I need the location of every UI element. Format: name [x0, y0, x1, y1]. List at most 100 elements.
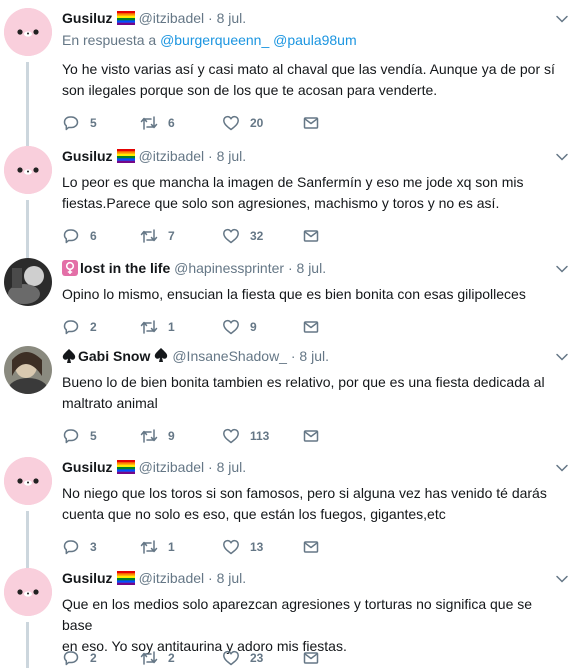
tweet-actions: 2 2 23	[62, 648, 362, 668]
name-prefix-icon	[62, 260, 78, 281]
rainbow-flag-icon	[116, 571, 135, 586]
envelope-icon	[302, 649, 320, 667]
direct-message-button[interactable]	[302, 113, 320, 133]
reply-button[interactable]: 2	[62, 317, 97, 337]
tweet-text: No niego que los toros si son famosos, p…	[62, 483, 562, 525]
tweet-date[interactable]: 8 jul.	[217, 148, 247, 164]
chevron-down-icon[interactable]	[555, 150, 569, 164]
tweet-header: Gusiluz @itzibadel · 8 jul.	[62, 568, 246, 588]
tweet-text: Bueno lo de bien bonita tambien es relat…	[62, 372, 562, 414]
tweet-actions: 2 1 9	[62, 317, 362, 337]
tweet-date[interactable]: 8 jul.	[217, 459, 247, 475]
chevron-down-icon[interactable]	[555, 461, 569, 475]
retweet-button[interactable]: 6	[140, 113, 175, 133]
tweet-header: Gusiluz @itzibadel · 8 jul.	[62, 8, 246, 28]
direct-message-button[interactable]	[302, 226, 320, 246]
rainbow-flag-icon	[116, 460, 135, 475]
retweet-button[interactable]: 1	[140, 537, 175, 557]
retweet-button[interactable]: 7	[140, 226, 175, 246]
reply-icon	[62, 114, 80, 132]
reply-button[interactable]: 2	[62, 648, 97, 668]
tweet[interactable]: Gabi Snow @InsaneShadow_ · 8 jul. Bueno lo…	[0, 346, 581, 456]
author-name[interactable]: Gusiluz	[62, 570, 113, 586]
tweet-text: Opino lo mismo, ensucian la fiesta que e…	[62, 284, 562, 305]
envelope-icon	[302, 538, 320, 556]
direct-message-button[interactable]	[302, 426, 320, 446]
author-handle[interactable]: @InsaneShadow_	[172, 348, 287, 364]
heart-icon	[222, 649, 240, 667]
tweet[interactable]: Gusiluz @itzibadel · 8 jul. Lo peor es que…	[0, 146, 581, 256]
avatar[interactable]	[4, 146, 52, 194]
tweet-date[interactable]: 8 jul.	[299, 348, 329, 364]
chevron-down-icon[interactable]	[555, 12, 569, 26]
retweet-button[interactable]: 1	[140, 317, 175, 337]
like-button[interactable]: 113	[222, 426, 269, 446]
reply-button[interactable]: 5	[62, 426, 97, 446]
reply-count: 3	[90, 540, 97, 554]
tweet-date[interactable]: 8 jul.	[217, 570, 247, 586]
like-button[interactable]: 13	[222, 537, 263, 557]
author-name[interactable]: Gusiluz	[62, 148, 113, 164]
tweet-text-line: fiestas.Parece que solo son agresiones, …	[62, 195, 500, 211]
author-handle[interactable]: @itzibadel	[139, 148, 205, 164]
avatar[interactable]	[4, 8, 52, 56]
chevron-down-icon[interactable]	[555, 350, 569, 364]
retweet-count: 1	[168, 320, 175, 334]
chevron-down-icon[interactable]	[555, 572, 569, 586]
mention-link[interactable]: @paula98um	[273, 32, 357, 48]
envelope-icon	[302, 114, 320, 132]
name-suffix-icon	[154, 347, 168, 368]
mention-link[interactable]: @burgerqueenn_	[160, 32, 269, 48]
tweet[interactable]: Gusiluz @itzibadel · 8 jul. No niego que l…	[0, 457, 581, 567]
author-name[interactable]: Gusiluz	[62, 10, 113, 26]
author-handle[interactable]: @itzibadel	[139, 10, 205, 26]
tweet-date[interactable]: 8 jul.	[297, 260, 327, 276]
separator-dot: ·	[208, 10, 213, 26]
retweet-icon	[140, 649, 158, 667]
like-button[interactable]: 20	[222, 113, 263, 133]
author-handle[interactable]: @hapinessprinter	[174, 260, 284, 276]
author-name[interactable]: lost in the life	[80, 260, 170, 276]
female-sign-icon	[62, 260, 78, 276]
author-handle[interactable]: @itzibadel	[139, 570, 205, 586]
retweet-button[interactable]: 9	[140, 426, 175, 446]
heart-icon	[222, 538, 240, 556]
direct-message-button[interactable]	[302, 648, 320, 668]
direct-message-button[interactable]	[302, 537, 320, 557]
retweet-button[interactable]: 2	[140, 648, 175, 668]
tweet-header: Gabi Snow @InsaneShadow_ · 8 jul.	[62, 346, 329, 366]
tweet[interactable]: Gusiluz @itzibadel · 8 jul. Que en los med…	[0, 568, 581, 668]
like-button[interactable]: 23	[222, 648, 263, 668]
direct-message-button[interactable]	[302, 317, 320, 337]
author-name[interactable]: Gusiluz	[62, 459, 113, 475]
replying-to: En respuesta a @burgerqueenn_ @paula98um	[62, 30, 357, 50]
avatar[interactable]	[4, 457, 52, 505]
like-button[interactable]: 9	[222, 317, 257, 337]
avatar[interactable]	[4, 568, 52, 616]
like-button[interactable]: 32	[222, 226, 263, 246]
tweet[interactable]: Gusiluz @itzibadel · 8 jul. En respuesta a…	[0, 8, 581, 131]
reply-button[interactable]: 6	[62, 226, 97, 246]
tweet-header: lost in the life @hapinessprinter · 8 ju…	[62, 258, 326, 278]
reply-count: 2	[90, 320, 97, 334]
chevron-down-icon[interactable]	[555, 262, 569, 276]
author-handle[interactable]: @itzibadel	[139, 459, 205, 475]
author-name[interactable]: Gabi Snow	[78, 348, 150, 364]
separator-dot: ·	[208, 459, 213, 475]
retweet-icon	[140, 227, 158, 245]
name-badge	[116, 459, 135, 479]
reply-button[interactable]: 5	[62, 113, 97, 133]
name-prefix-icon	[62, 348, 76, 369]
reply-icon	[62, 538, 80, 556]
envelope-icon	[302, 318, 320, 336]
avatar[interactable]	[4, 258, 52, 306]
tweet-date[interactable]: 8 jul.	[217, 10, 247, 26]
avatar[interactable]	[4, 346, 52, 394]
name-badge	[116, 10, 135, 30]
like-count: 9	[250, 320, 257, 334]
retweet-icon	[140, 318, 158, 336]
separator-dot: ·	[287, 260, 293, 276]
retweet-count: 9	[168, 429, 175, 443]
reply-button[interactable]: 3	[62, 537, 97, 557]
name-badge	[116, 570, 135, 590]
